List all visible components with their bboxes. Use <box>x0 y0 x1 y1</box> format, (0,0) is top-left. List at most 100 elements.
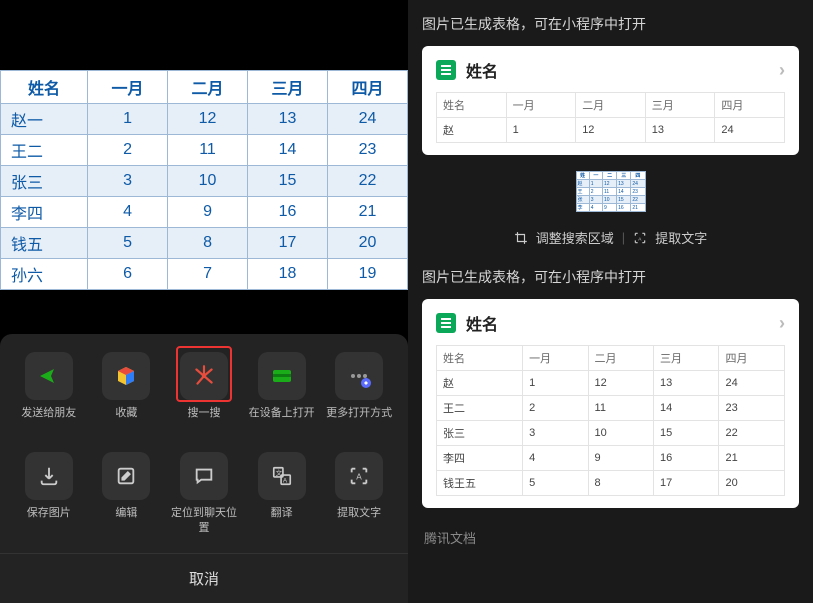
col-header: 四月 <box>327 71 407 104</box>
cell: 4 <box>523 446 588 471</box>
source-table-image: 姓名 一月 二月 三月 四月 赵一1121324 王二2111423 张三310… <box>0 70 408 290</box>
action-row-1: 发送给朋友 收藏 搜一搜 在设备上打开 更多打开方式 <box>10 352 398 434</box>
cell: 赵一 <box>1 104 88 135</box>
share-to-friend-button[interactable]: 发送给朋友 <box>15 352 83 434</box>
cell: 16 <box>654 446 719 471</box>
cell: 10 <box>168 166 248 197</box>
cell: 9 <box>588 446 653 471</box>
cell: 一月 <box>523 346 588 371</box>
cell: 20 <box>327 228 407 259</box>
cube-icon <box>102 352 150 400</box>
cell: 17 <box>248 228 328 259</box>
cell: 二月 <box>576 93 646 118</box>
favorite-button[interactable]: 收藏 <box>92 352 160 434</box>
source-table: 姓名 一月 二月 三月 四月 赵一1121324 王二2111423 张三310… <box>0 70 408 290</box>
spark-icon <box>180 352 228 400</box>
cell: 15 <box>654 421 719 446</box>
extract-text-button[interactable]: A 提取文字 <box>325 452 393 535</box>
svg-text:A: A <box>638 236 642 241</box>
result-notice-2: 图片已生成表格，可在小程序中打开 <box>422 267 799 287</box>
result-notice: 图片已生成表格，可在小程序中打开 <box>422 14 799 34</box>
ocr-icon: A <box>335 452 383 500</box>
cell: 1 <box>506 118 576 143</box>
locate-in-chat-button[interactable]: 定位到聊天位置 <box>170 452 238 535</box>
cell: 16 <box>248 197 328 228</box>
cell: 15 <box>248 166 328 197</box>
brand-label: 腾讯文档 <box>422 520 799 555</box>
cell: 四月 <box>719 346 785 371</box>
cell: 三月 <box>645 93 715 118</box>
more-icon <box>335 352 383 400</box>
cell: 12 <box>168 104 248 135</box>
cell: 9 <box>168 197 248 228</box>
cell: 10 <box>588 421 653 446</box>
cell: 13 <box>654 371 719 396</box>
cell: 22 <box>327 166 407 197</box>
cell: 19 <box>327 259 407 290</box>
cell: 13 <box>645 118 715 143</box>
label: 编辑 <box>115 506 137 534</box>
svg-text:A: A <box>356 473 362 482</box>
cell: 李四 <box>437 446 523 471</box>
tools-row: 调整搜索区域 | A 提取文字 <box>422 228 799 247</box>
cell: 6 <box>88 259 168 290</box>
label: 搜一搜 <box>187 406 220 434</box>
search-sousou-button[interactable]: 搜一搜 <box>170 352 238 434</box>
translate-button[interactable]: 文A 翻译 <box>248 452 316 535</box>
cell: 7 <box>168 259 248 290</box>
cell: 24 <box>715 118 785 143</box>
cell: 三月 <box>654 346 719 371</box>
cell: 11 <box>168 135 248 166</box>
card-header: 姓名 › <box>436 58 785 82</box>
more-open-methods-button[interactable]: 更多打开方式 <box>325 352 393 434</box>
cancel-button[interactable]: 取消 <box>0 553 408 603</box>
extract-text-button-2[interactable]: 提取文字 <box>655 228 707 247</box>
cell: 王二 <box>437 396 523 421</box>
share-icon <box>25 352 73 400</box>
edit-button[interactable]: 编辑 <box>92 452 160 535</box>
label: 更多打开方式 <box>326 406 392 434</box>
cell: 2 <box>88 135 168 166</box>
crop-icon <box>514 231 528 245</box>
result-card-1[interactable]: 姓名 › 姓名一月二月三月四月 赵1121324 <box>422 46 799 155</box>
chevron-right-icon: › <box>779 60 785 81</box>
ocr-icon: A <box>633 231 647 245</box>
svg-text:A: A <box>282 478 287 485</box>
divider: | <box>622 230 625 245</box>
save-image-button[interactable]: 保存图片 <box>15 452 83 535</box>
action-row-2: 保存图片 编辑 定位到聊天位置 文A 翻译 A 提取文字 <box>10 452 398 535</box>
cell: 21 <box>327 197 407 228</box>
cell: 一月 <box>506 93 576 118</box>
cell: 23 <box>327 135 407 166</box>
label: 保存图片 <box>27 506 71 534</box>
card-title: 姓名 <box>466 311 498 335</box>
cell: 王二 <box>1 135 88 166</box>
left-pane: 姓名 一月 二月 三月 四月 赵一1121324 王二2111423 张三310… <box>0 0 408 603</box>
cell: 12 <box>588 371 653 396</box>
col-header: 三月 <box>248 71 328 104</box>
cell: 四月 <box>715 93 785 118</box>
cell: 3 <box>523 421 588 446</box>
cell: 1 <box>523 371 588 396</box>
cell: 赵 <box>437 371 523 396</box>
open-on-device-button[interactable]: 在设备上打开 <box>248 352 316 434</box>
cell: 13 <box>248 104 328 135</box>
cell: 5 <box>88 228 168 259</box>
cell: 5 <box>523 471 588 496</box>
label: 翻译 <box>271 506 293 534</box>
card-header: 姓名 › <box>436 311 785 335</box>
sheet-icon <box>436 60 456 80</box>
adjust-search-area-button[interactable]: 调整搜索区域 <box>536 228 614 247</box>
cell: 11 <box>588 396 653 421</box>
chevron-right-icon: › <box>779 313 785 334</box>
cell: 姓名 <box>437 346 523 371</box>
cell: 2 <box>523 396 588 421</box>
result-card-2[interactable]: 姓名 › 姓名一月二月三月四月 赵1121324 王二2111423 张三310… <box>422 299 799 508</box>
col-header: 二月 <box>168 71 248 104</box>
label: 提取文字 <box>337 506 381 534</box>
cell: 24 <box>719 371 785 396</box>
translate-icon: 文A <box>258 452 306 500</box>
col-header: 一月 <box>88 71 168 104</box>
cell: 4 <box>88 197 168 228</box>
col-header: 姓名 <box>1 71 88 104</box>
